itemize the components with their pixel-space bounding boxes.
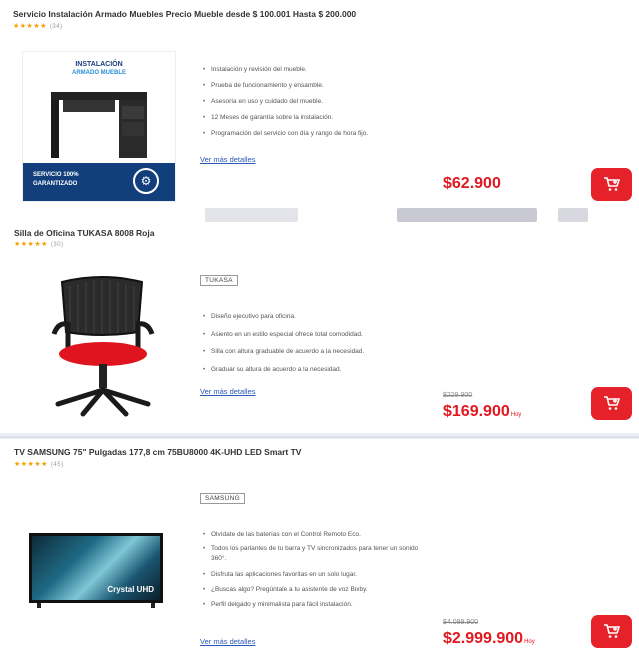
more-details-link[interactable]: Ver más detalles	[200, 637, 255, 646]
product-card-installation: Servicio Instalación Armado Muebles Prec…	[0, 0, 639, 225]
feature-item: Diseño ejecutivo para oficina.	[203, 308, 364, 326]
image-badge-text: SERVICIO 100%	[33, 172, 79, 178]
tv-stand	[37, 603, 41, 608]
product-card-tv: TV SAMSUNG 75" Pulgadas 177,8 cm 75BU800…	[0, 439, 639, 650]
add-to-cart-button[interactable]	[591, 615, 632, 648]
feature-item: Prueba de funcionamiento y ensamble.	[203, 78, 368, 94]
desk-illustration	[51, 92, 147, 158]
feature-item: 12 Meses de garantía sobre la instalació…	[203, 110, 368, 126]
more-details-link[interactable]: Ver más detalles	[200, 387, 255, 396]
image-subheadline: ARMADO MUEBLE	[72, 70, 126, 76]
cart-icon	[603, 177, 620, 191]
more-details-link[interactable]: Ver más detalles	[200, 155, 255, 164]
rating-stars: ★★★★★ (30)	[14, 241, 64, 248]
feature-item: Silla con altura graduable de acuerdo a …	[203, 343, 364, 361]
cart-icon	[603, 624, 620, 638]
feature-item: Asiento en un estilo especial ofrece tot…	[203, 326, 364, 344]
feature-item: Instalación y revisión del mueble.	[203, 62, 368, 78]
separator	[0, 436, 639, 438]
tv-image[interactable]: Crystal UHD	[29, 533, 163, 608]
brand-tag: SAMSUNG	[200, 493, 245, 504]
feature-list: Diseño ejecutivo para oficina. Asiento e…	[203, 308, 364, 378]
chair-image[interactable]	[48, 272, 158, 422]
old-price: $229.900	[443, 392, 473, 399]
product-price: $2.999.900Hoy	[443, 630, 535, 647]
product-card-chair: Silla de Oficina TUKASA 8008 Roja ★★★★★(…	[0, 225, 639, 433]
feature-item: ¿Buscas algo? Pregúntale a tu asistente …	[203, 582, 433, 597]
old-price: $4.099.900	[443, 619, 479, 626]
product-price: $62.900	[443, 175, 501, 192]
add-to-cart-button[interactable]	[591, 387, 632, 420]
feature-item: Olvídate de las baterías con el Control …	[203, 527, 433, 542]
feature-item: Graduar su altura de acuerdo a la necesi…	[203, 361, 364, 379]
product-title[interactable]: TV SAMSUNG 75" Pulgadas 177,8 cm 75BU800…	[14, 447, 301, 457]
tv-stand	[151, 603, 155, 608]
product-price: $169.900Hoy	[443, 403, 522, 420]
feature-item: Programación del servicio con día y rang…	[203, 126, 368, 142]
tv-screen-image: Crystal UHD	[32, 536, 160, 600]
image-headline: INSTALACIÓN	[75, 61, 123, 68]
tv-screen-text: Crystal UHD	[107, 585, 154, 594]
product-title[interactable]: Silla de Oficina TUKASA 8008 Roja	[14, 228, 154, 238]
image-badge-text: GARANTIZADO	[33, 181, 78, 187]
feature-item: Todos los parlantes de tu barra y TV sin…	[203, 544, 433, 564]
blurred-banner	[205, 208, 298, 222]
add-to-cart-button[interactable]	[591, 168, 632, 201]
blurred-banner	[397, 208, 537, 222]
feature-list: Instalación y revisión del mueble. Prueb…	[203, 62, 368, 142]
product-image[interactable]: INSTALACIÓN ARMADO MUEBLE SERVICIO 100% …	[22, 51, 176, 202]
feature-item: Asesoría en uso y cuidado del mueble.	[203, 94, 368, 110]
rating-stars: ★★★★★ (45)	[14, 461, 64, 468]
rating-stars: ★★★★★ (34)	[13, 23, 63, 30]
product-title[interactable]: Servicio Instalación Armado Muebles Prec…	[13, 9, 356, 19]
image-banner: SERVICIO 100% GARANTIZADO ⚙	[23, 163, 175, 201]
feature-item: Disfruta las aplicaciones favoritas en u…	[203, 567, 433, 582]
brand-tag: TUKASA	[200, 275, 238, 286]
tools-icon: ⚙	[133, 168, 159, 194]
cart-icon	[603, 396, 620, 410]
tv-screen: Crystal UHD	[29, 533, 163, 603]
feature-list: Olvídate de las baterías con el Control …	[203, 527, 433, 612]
blurred-banner	[558, 208, 588, 222]
feature-item: Perfil delgado y minimalista para fácil …	[203, 597, 433, 612]
